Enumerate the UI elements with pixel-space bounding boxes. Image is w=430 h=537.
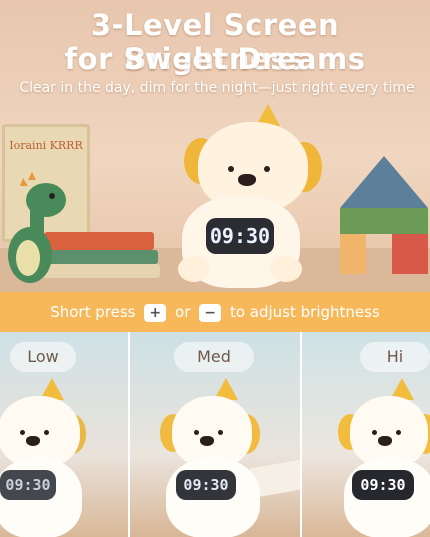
clock-time: 09:30 (5, 476, 51, 494)
level-label-hi: Hi (360, 342, 430, 372)
clock-display: 09:30 (352, 470, 414, 500)
instruction-prefix: Short press (50, 303, 136, 321)
dog-clock-low: 09:30 (0, 378, 128, 537)
level-label-text: Med (197, 347, 231, 366)
brightness-panel-low: Low 09:30 (0, 332, 128, 537)
dog-clock-main: 09:30 (176, 96, 326, 292)
block-wall (340, 208, 428, 234)
left-paw (178, 256, 210, 282)
block-roof (340, 156, 428, 208)
clock-display: 09:30 (176, 470, 236, 500)
headline-subtitle: Clear in the day, dim for the night—just… (19, 80, 415, 96)
instruction-middle: or (175, 303, 191, 321)
clock-display: 09:30 (0, 470, 56, 500)
level-label-text: Hi (386, 347, 404, 366)
block-base-right (392, 234, 428, 274)
dog-nose (200, 436, 214, 446)
instruction-text: Short press + or − to adjust brightness (0, 303, 430, 322)
clock-time: 09:30 (209, 224, 271, 248)
brightness-panel-med: Med 09:30 (130, 332, 300, 537)
right-eye (396, 430, 401, 435)
minus-key-icon: − (199, 303, 222, 322)
dinosaur-toy (8, 172, 66, 283)
brightness-panel-hi: Hi 09:30 (302, 332, 430, 537)
dog-nose (378, 436, 392, 446)
left-eye (20, 430, 25, 435)
right-eye (264, 166, 270, 172)
level-label-low: Low (10, 342, 76, 372)
right-paw (270, 256, 302, 282)
book-cover-title: Ioraini KRRR (9, 139, 83, 152)
left-eye (372, 430, 377, 435)
instruction-suffix: to adjust brightness (229, 303, 380, 321)
headline-line-2: for Sweet Dreams (64, 42, 366, 76)
left-eye (194, 430, 199, 435)
plus-key-icon: + (144, 303, 167, 322)
block-base-left (340, 234, 366, 274)
level-label-med: Med (174, 342, 254, 372)
clock-time: 09:30 (360, 476, 406, 494)
clock-time: 09:30 (183, 476, 229, 494)
right-eye (218, 430, 223, 435)
clock-display: 09:30 (206, 218, 274, 254)
dog-clock-med: 09:30 (158, 378, 298, 537)
left-eye (228, 166, 234, 172)
dog-nose (238, 174, 256, 186)
hero-section: Ioraini KRRR 09:30 3-Level Screen Bright… (0, 0, 430, 292)
dog-nose (26, 436, 40, 446)
right-eye (44, 430, 49, 435)
level-label-text: Low (27, 347, 59, 366)
dog-clock-hi: 09:30 (338, 378, 430, 537)
